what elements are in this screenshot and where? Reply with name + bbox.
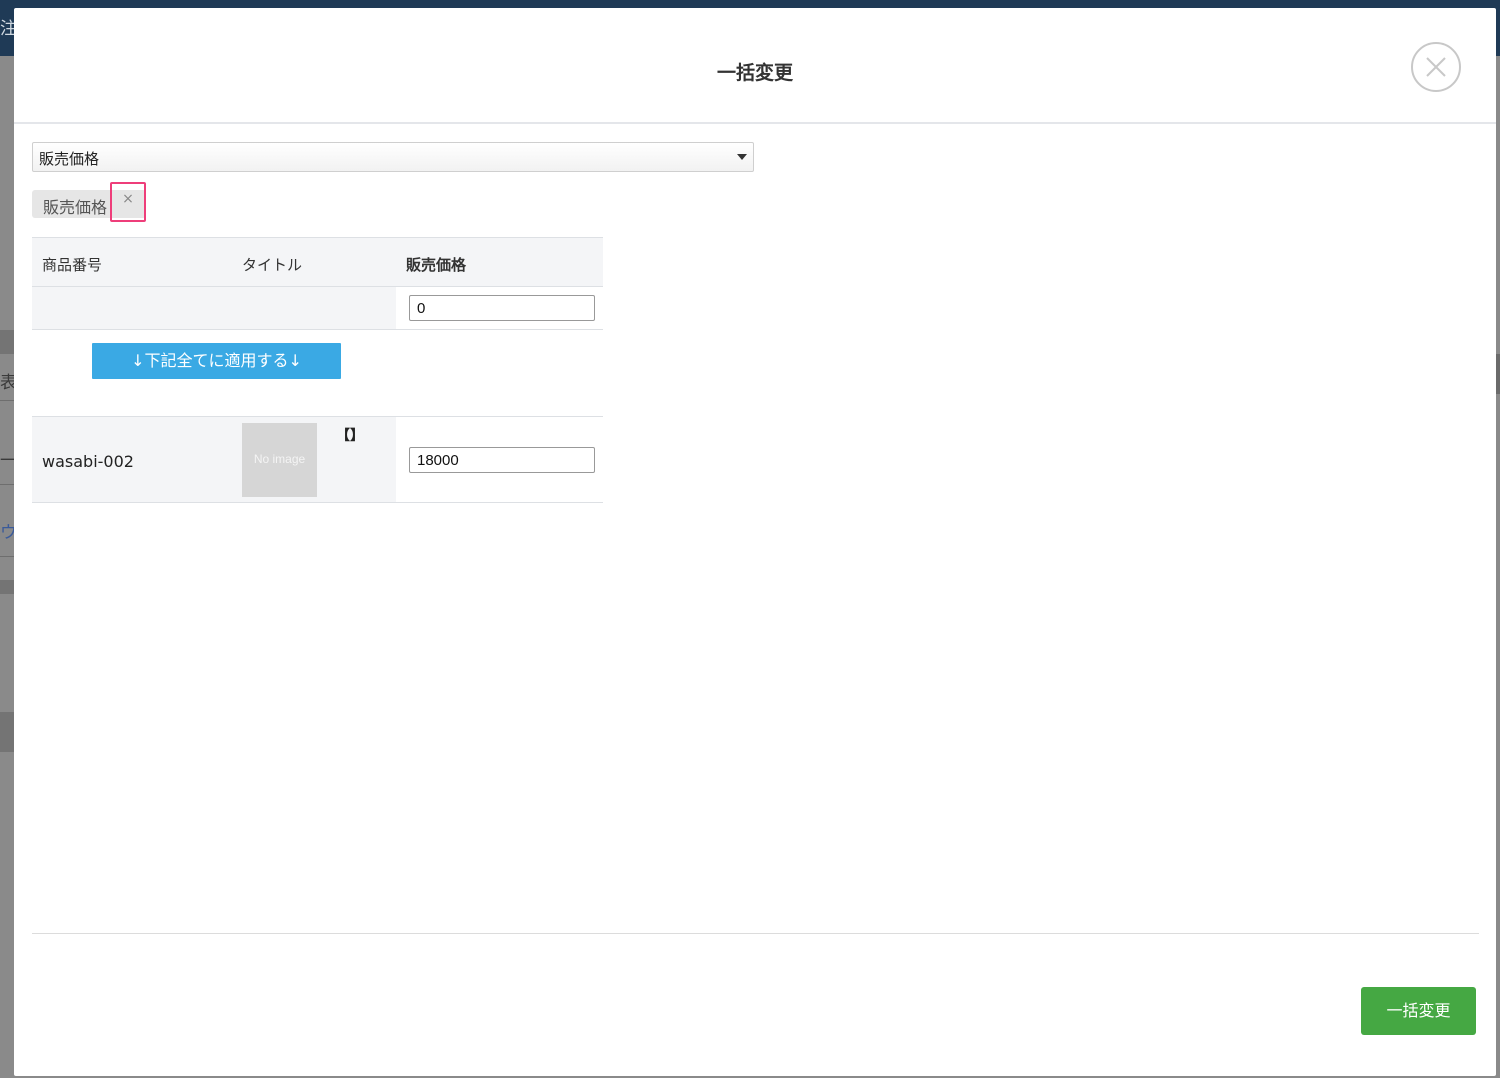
background-band: [0, 330, 14, 354]
chevron-down-icon: [737, 154, 747, 160]
bulk-value-row: [32, 287, 603, 330]
product-title: 【】: [336, 428, 364, 444]
field-select[interactable]: 販売価格: [32, 142, 754, 172]
bulk-value-row-spacer: [32, 287, 396, 329]
no-image-text: No image: [253, 452, 306, 466]
background-text: 表: [0, 373, 14, 393]
background-band: [0, 712, 14, 752]
modal-header: 一括変更: [14, 8, 1496, 124]
selected-field-tag-label: 販売価格: [43, 198, 108, 217]
background-divider: [0, 484, 14, 485]
background-text: 一括: [0, 451, 14, 471]
close-icon: [1426, 57, 1446, 77]
footer-divider: [32, 933, 1479, 934]
background-divider: [0, 400, 14, 401]
modal-title: 一括変更: [716, 62, 793, 84]
field-select-value: 販売価格: [39, 150, 100, 168]
background-text: ウ: [0, 523, 14, 543]
apply-to-all-button[interactable]: ↓下記全てに適用する↓: [92, 343, 341, 379]
background-text: 注: [0, 19, 14, 39]
table-row: wasabi-002 No image 【】: [32, 416, 603, 503]
close-icon: ×: [122, 191, 134, 207]
table-row-info: wasabi-002 No image 【】: [32, 417, 396, 502]
product-price-input[interactable]: [409, 447, 595, 473]
bulk-change-submit-button[interactable]: 一括変更: [1361, 987, 1476, 1035]
column-header-title: タイトル: [242, 256, 303, 274]
tag-remove-button[interactable]: ×: [110, 182, 146, 222]
column-header-price: 販売価格: [406, 256, 467, 274]
bulk-edit-modal: 一括変更 販売価格 販売価格 × 商品番号 タイトル 販売価格 ↓下記全てに適用…: [14, 8, 1496, 1076]
product-image-placeholder: No image: [242, 423, 317, 497]
table-header: 商品番号 タイトル 販売価格: [32, 237, 603, 287]
column-header-sku: 商品番号: [42, 256, 103, 274]
bulk-price-input[interactable]: [409, 295, 595, 321]
close-button[interactable]: [1411, 42, 1461, 92]
product-sku: wasabi-002: [42, 452, 134, 471]
background-band: [0, 580, 14, 594]
background-divider: [0, 556, 14, 557]
